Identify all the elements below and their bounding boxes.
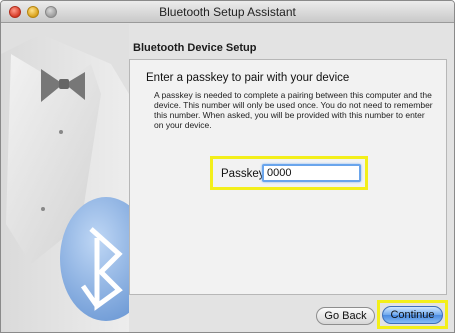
passkey-input[interactable]: [262, 164, 361, 182]
window-title: Bluetooth Setup Assistant: [159, 5, 296, 19]
window: Bluetooth Setup Assistant Bluetooth Devi…: [0, 0, 455, 333]
continue-button[interactable]: Continue: [382, 306, 443, 324]
passkey-highlight: Passkey:: [210, 156, 368, 190]
panel-heading: Enter a passkey to pair with your device: [146, 72, 350, 84]
panel-description: A passkey is needed to complete a pairin…: [154, 90, 433, 130]
setup-artwork: [1, 24, 129, 332]
content-panel: Enter a passkey to pair with your device…: [129, 59, 447, 295]
title-bar[interactable]: Bluetooth Setup Assistant: [1, 1, 454, 23]
section-title: Bluetooth Device Setup: [133, 42, 257, 54]
passkey-label: Passkey:: [221, 168, 268, 180]
go-back-button[interactable]: Go Back: [316, 307, 375, 325]
